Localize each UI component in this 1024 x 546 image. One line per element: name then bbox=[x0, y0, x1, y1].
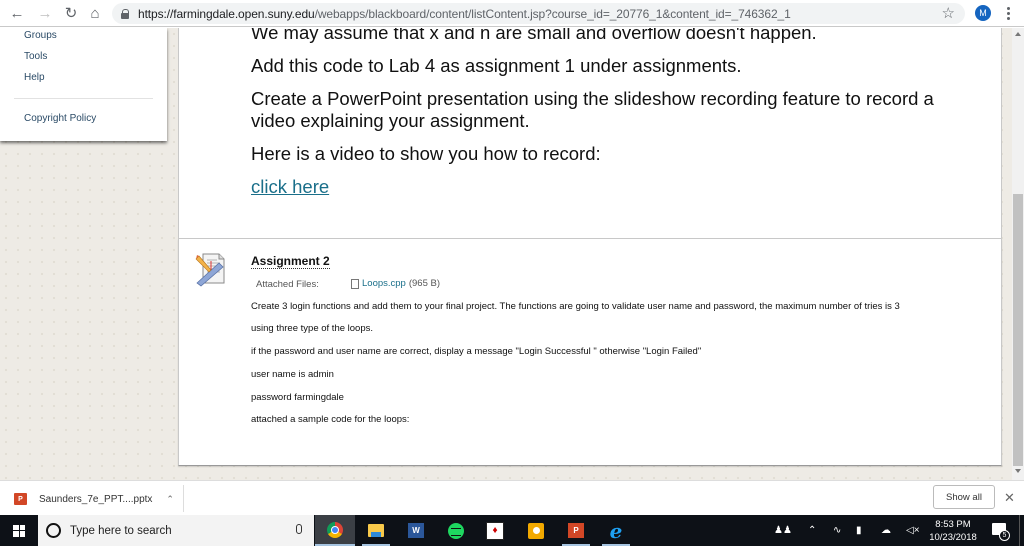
show-all-button[interactable]: Show all bbox=[933, 485, 995, 509]
folder-icon bbox=[368, 524, 384, 537]
volume-muted-icon[interactable]: ◁× bbox=[906, 515, 920, 546]
clock-time: 8:53 PM bbox=[935, 519, 971, 530]
internet-explorer-icon: e bbox=[609, 518, 623, 543]
assignment-1-content: We may assume that x and n are small and… bbox=[178, 28, 1002, 239]
app-gold-icon bbox=[528, 522, 544, 539]
sidebar-divider bbox=[14, 98, 153, 99]
url-text[interactable]: https://farmingdale.open.suny.edu/webapp… bbox=[138, 7, 791, 21]
show-desktop-button[interactable] bbox=[1019, 515, 1020, 546]
system-clock[interactable]: 8:53 PM 10/23/2018 bbox=[922, 518, 984, 544]
download-item[interactable]: P Saunders_7e_PPT....pptx ⌃ bbox=[14, 489, 174, 509]
taskbar-app-chrome[interactable] bbox=[315, 515, 355, 546]
assignment-description-line: using three type of the loops. bbox=[251, 323, 373, 334]
taskbar-app-file-explorer[interactable] bbox=[356, 515, 396, 546]
windows-taskbar: Type here to search W ♦ P e ♟♟ ⌃ ∿ ▮ ☁ ◁… bbox=[0, 515, 1024, 546]
download-separator bbox=[183, 485, 184, 512]
assignment-description-line: password farmingdale bbox=[251, 392, 344, 403]
copyright-policy-link[interactable]: Copyright Policy bbox=[24, 113, 96, 124]
reload-icon: ↻ bbox=[64, 5, 78, 22]
powerpoint-icon: P bbox=[568, 523, 584, 538]
assignment-description-line: Create 3 login functions and add them to… bbox=[251, 301, 900, 312]
taskbar-app-powerpoint[interactable]: P bbox=[556, 515, 596, 546]
people-icon[interactable]: ♟♟ bbox=[774, 515, 792, 546]
video-link[interactable]: click here bbox=[251, 176, 329, 197]
notification-count-badge: 5 bbox=[999, 530, 1010, 541]
assignment-icon bbox=[195, 253, 225, 287]
word-icon: W bbox=[408, 523, 424, 538]
taskbar-app-word[interactable]: W bbox=[396, 515, 436, 546]
reload-button[interactable]: ↻ bbox=[60, 2, 82, 24]
url-path: /webapps/blackboard/content/listContent.… bbox=[314, 6, 791, 21]
kebab-menu-icon[interactable] bbox=[1003, 3, 1013, 23]
cortana-icon bbox=[46, 523, 61, 538]
assignment-2-item: Assignment 2 Attached Files: Loops.cpp (… bbox=[178, 239, 1002, 466]
star-icon[interactable]: ☆ bbox=[942, 4, 955, 22]
taskbar-app-internet-explorer[interactable]: e bbox=[596, 515, 636, 546]
lock-icon bbox=[121, 8, 130, 19]
powerpoint-file-icon: P bbox=[14, 493, 27, 505]
page-scrollbar[interactable] bbox=[1012, 28, 1024, 480]
taskbar-search[interactable]: Type here to search bbox=[38, 515, 314, 546]
content-paragraph: Add this code to Lab 4 as assignment 1 u… bbox=[251, 55, 742, 76]
url-host: https://farmingdale.open.suny.edu bbox=[138, 6, 315, 21]
start-button[interactable] bbox=[0, 515, 38, 546]
spotify-icon bbox=[448, 522, 464, 539]
back-button[interactable]: ← bbox=[6, 2, 28, 24]
wifi-icon[interactable]: ∿ bbox=[833, 515, 841, 546]
sidebar-item-help[interactable]: Help bbox=[24, 72, 45, 83]
attached-files-label: Attached Files: bbox=[256, 279, 319, 290]
chevron-up-icon[interactable]: ⌃ bbox=[166, 494, 174, 505]
clock-date: 10/23/2018 bbox=[929, 532, 977, 543]
scrollbar-thumb[interactable] bbox=[1013, 194, 1023, 466]
close-icon[interactable]: ✕ bbox=[1004, 490, 1015, 506]
scroll-down-arrow-icon[interactable] bbox=[1015, 469, 1021, 473]
content-paragraph: Create a PowerPoint presentation using t… bbox=[251, 88, 934, 131]
battery-icon[interactable]: ▮ bbox=[856, 515, 862, 546]
arrow-right-icon: → bbox=[37, 4, 53, 22]
home-icon: ⌂ bbox=[90, 4, 100, 22]
download-file-name: Saunders_7e_PPT....pptx bbox=[39, 493, 153, 505]
dev-tool-icon: ♦ bbox=[486, 521, 504, 540]
assignment-description-line: user name is admin bbox=[251, 369, 334, 380]
content-paragraph: We may assume that x and n are small and… bbox=[251, 28, 817, 43]
assignment-description-line: if the password and user name are correc… bbox=[251, 346, 702, 357]
attached-file-link[interactable]: Loops.cpp (965 B) bbox=[351, 278, 440, 289]
taskbar-app-dev-tool[interactable]: ♦ bbox=[475, 515, 515, 546]
sidebar-item-groups[interactable]: Groups bbox=[24, 30, 57, 41]
file-size: (965 B) bbox=[408, 278, 440, 289]
arrow-left-icon: ← bbox=[9, 4, 25, 22]
page-viewport: Groups Tools Help Copyright Policy We ma… bbox=[0, 28, 1012, 480]
sidebar-item-tools[interactable]: Tools bbox=[24, 51, 47, 62]
onedrive-cloud-icon[interactable]: ☁ bbox=[881, 515, 891, 546]
profile-avatar[interactable]: M bbox=[975, 5, 991, 21]
home-button[interactable]: ⌂ bbox=[84, 2, 106, 24]
windows-logo-icon bbox=[13, 524, 25, 537]
content-paragraph: Here is a video to show you how to recor… bbox=[251, 143, 601, 164]
taskbar-app-gold[interactable] bbox=[516, 515, 556, 546]
course-menu: Groups Tools Help Copyright Policy bbox=[0, 28, 167, 141]
chevron-up-icon[interactable]: ⌃ bbox=[808, 515, 816, 546]
file-icon bbox=[351, 278, 359, 289]
scroll-up-arrow-icon[interactable] bbox=[1015, 32, 1021, 36]
browser-toolbar: ← → ↻ ⌂ https://farmingdale.open.suny.ed… bbox=[0, 0, 1024, 27]
assignment-title-link[interactable]: Assignment 2 bbox=[251, 255, 330, 269]
file-name[interactable]: Loops.cpp bbox=[362, 278, 406, 289]
search-placeholder: Type here to search bbox=[70, 524, 172, 537]
chrome-icon bbox=[327, 521, 343, 538]
taskbar-app-spotify[interactable] bbox=[436, 515, 476, 546]
microphone-icon[interactable] bbox=[296, 524, 302, 534]
download-bar: P Saunders_7e_PPT....pptx ⌃ Show all ✕ bbox=[0, 480, 1024, 515]
assignment-description-line: attached a sample code for the loops: bbox=[251, 414, 410, 425]
forward-button[interactable]: → bbox=[34, 2, 56, 24]
address-bar[interactable]: https://farmingdale.open.suny.edu/webapp… bbox=[112, 3, 965, 24]
